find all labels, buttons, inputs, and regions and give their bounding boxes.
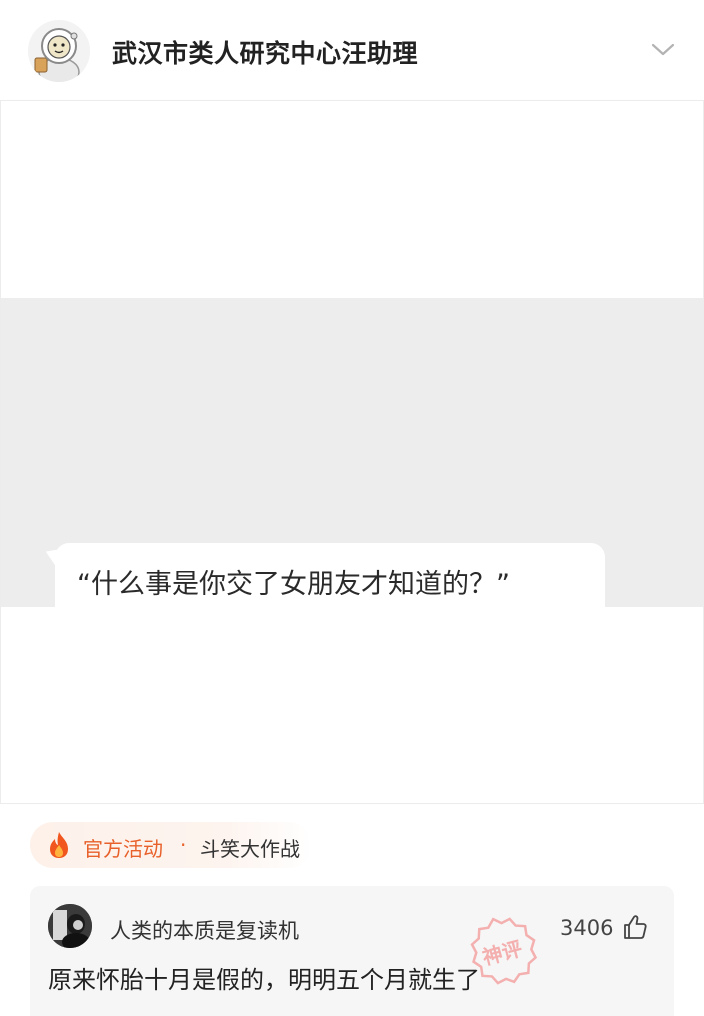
speech-bubble: “什么事是你交了女朋友才知道的？” — [55, 543, 605, 621]
post-image[interactable]: “什么事是你交了女朋友才知道的？” — [0, 100, 704, 804]
image-gray-band: “什么事是你交了女朋友才知道的？” — [1, 298, 703, 621]
astronaut-avatar-icon — [28, 20, 90, 82]
bubble-question-text: “什么事是你交了女朋友才知道的？” — [77, 569, 510, 600]
account-name[interactable]: 武汉市类人研究中心汪助理 — [112, 34, 418, 70]
post-header: 武汉市类人研究中心汪助理 — [0, 0, 704, 100]
like-count: 3406 — [560, 916, 614, 940]
activity-label: 官方活动 — [83, 837, 163, 861]
activity-name: 斗笑大作战 — [200, 837, 300, 861]
top-comment-card[interactable]: 人类的本质是复读机 神评 3406 原来怀胎十月是假的，明明五个月就生了 — [30, 886, 674, 1016]
commenter-username[interactable]: 人类的本质是复读机 — [110, 915, 299, 945]
activity-separator: · — [180, 833, 187, 857]
official-activity-tag[interactable]: 官方活动 · 斗笑大作战 — [30, 822, 312, 868]
commenter-avatar-icon — [48, 904, 92, 948]
thumbs-up-icon[interactable] — [622, 914, 648, 940]
comment-text: 原来怀胎十月是假的，明明五个月就生了 — [48, 966, 480, 994]
account-avatar[interactable] — [28, 20, 90, 82]
commenter-avatar[interactable] — [48, 904, 92, 948]
shenping-badge-text: 神评 — [480, 936, 525, 970]
chevron-down-icon[interactable] — [650, 40, 676, 60]
flame-icon — [50, 832, 68, 858]
